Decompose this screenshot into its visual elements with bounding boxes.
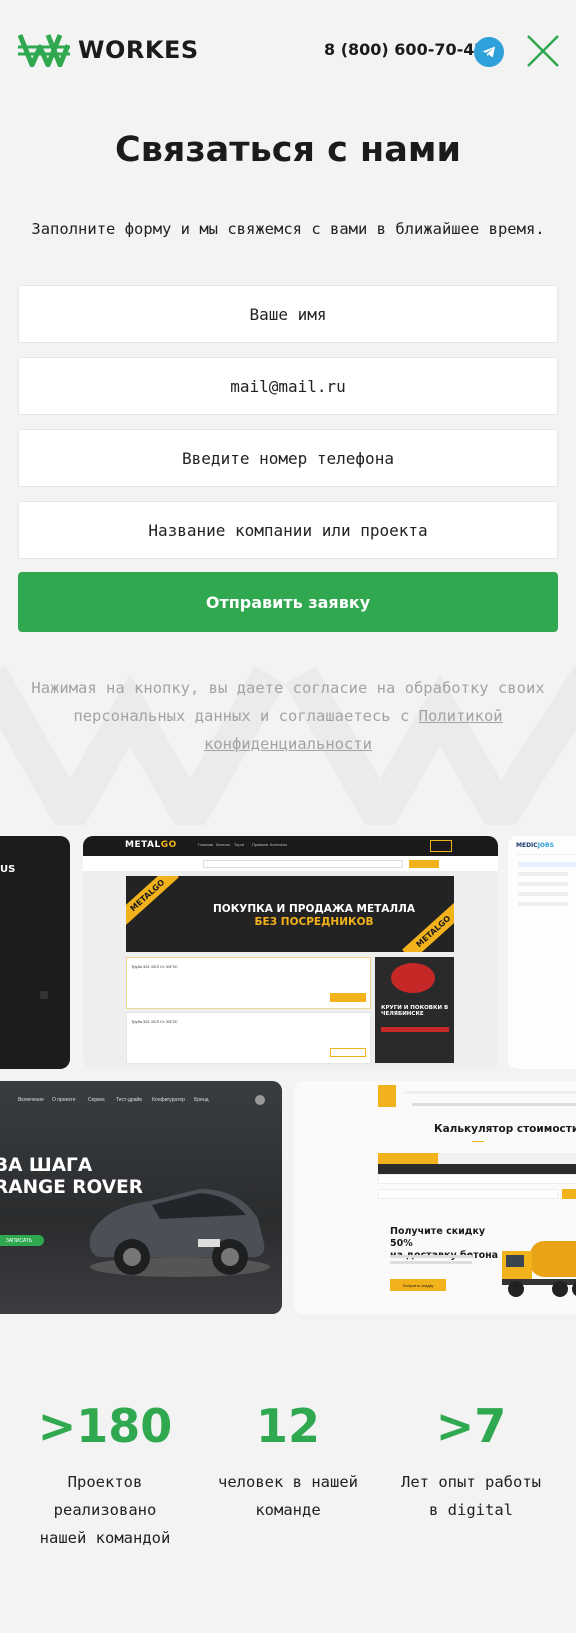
ad-logo	[391, 963, 435, 993]
menu-line	[518, 862, 576, 867]
metal-login-button	[430, 840, 452, 852]
medic-logo: MEDICJOBS	[516, 842, 554, 849]
search-icon	[255, 1095, 265, 1105]
portfolio-card-metalgo[interactable]: METALGO Главная Каталог Торги Правила Ко…	[83, 836, 498, 1069]
metal-searchbar	[83, 856, 498, 872]
metal-lot-card: Труба 324 ЭСЛ Ст 09Г2С	[126, 957, 371, 1009]
calc-total-row	[378, 1189, 558, 1199]
lot-title: Труба 324 ЭСЛ Ст 09Г2С	[131, 1019, 178, 1024]
ad-title: КРУГИ И ПОКОВКИ В ЧЕЛЯБИНСКЕ	[381, 1005, 449, 1017]
name-field[interactable]: Ваше имя	[18, 285, 558, 343]
telegram-icon	[482, 46, 495, 58]
metal-nav-item: Контакты	[270, 842, 288, 847]
stat-label: Лет опыт работы в digital	[401, 1473, 541, 1519]
concrete-logo	[378, 1085, 396, 1107]
menu-line	[518, 882, 568, 886]
metal-topbar: METALGO Главная Каталог Торги Правила Ко…	[83, 836, 498, 856]
promo-text-line	[390, 1261, 472, 1264]
car-nav-item: Включение	[18, 1097, 44, 1103]
portfolio-card-concrete[interactable]: Калькулятор стоимости Получите скидку 50…	[294, 1081, 576, 1314]
metal-side-ad: КРУГИ И ПОКОВКИ В ЧЕЛЯБИНСКЕ	[375, 957, 454, 1063]
form-subtitle: Заполните форму и мы свяжемся с вами в б…	[31, 220, 545, 238]
portfolio-card-medicjobs[interactable]: MEDICJOBS	[508, 836, 576, 1069]
phone-link[interactable]: 8 (800) 600-70-47	[324, 40, 486, 59]
promo-button: Получить скидку	[390, 1279, 446, 1291]
company-field[interactable]: Название компании или проекта	[18, 501, 558, 559]
dark-card-text: US	[0, 864, 16, 875]
lot-title: Труба 324 ЭСЛ Ст 09Г2С	[131, 964, 178, 969]
header: WORKES 8 (800) 600-70-47	[0, 0, 576, 100]
portfolio-card-dark[interactable]: US	[0, 836, 70, 1069]
truck-image	[502, 1241, 576, 1297]
metal-search-button	[409, 860, 439, 868]
arrow-icon	[40, 991, 48, 999]
ad-stripe	[381, 1027, 449, 1032]
page-title: Связаться с нами	[115, 130, 461, 170]
portfolio-card-rangerover[interactable]: Включение О проекте Сервис Тест-драйв Ко…	[0, 1081, 282, 1314]
stat-team: 12 человек в нашей команде	[198, 1398, 378, 1524]
stat-number: >7	[435, 1399, 507, 1453]
stat-label: Проектов реализовано нашей командой	[39, 1473, 171, 1547]
calc-table-header	[378, 1164, 576, 1174]
stat-label: человек в нашей команде	[218, 1473, 358, 1519]
calc-table-row	[378, 1174, 576, 1184]
banner-tag: METALGO	[126, 876, 179, 925]
email-field[interactable]: mail@mail.ru	[18, 357, 558, 415]
car-nav-item: Сервис	[88, 1097, 106, 1103]
calc-title: Калькулятор стоимости	[434, 1123, 576, 1135]
phone-field[interactable]: Введите номер телефона	[18, 429, 558, 487]
car-nav-item: Бренд	[194, 1097, 209, 1103]
car-nav-item: Тест-драйв	[116, 1097, 142, 1103]
metal-nav-item: Каталог	[216, 842, 231, 847]
concrete-nav	[412, 1103, 576, 1106]
lot-button	[330, 1048, 366, 1057]
lot-button	[330, 993, 366, 1002]
metal-banner: METALGO METALGO ПОКУПКА И ПРОДАЖА МЕТАЛЛ…	[126, 876, 454, 952]
metal-nav-item: Правила	[252, 842, 269, 847]
menu-line	[518, 872, 568, 876]
calc-order-button	[562, 1189, 576, 1199]
menu-line	[518, 902, 568, 906]
divider	[516, 854, 576, 855]
consent-text: Нажимая на кнопку, вы даете согласие на …	[31, 679, 545, 753]
car-cta-button: ЗАПИСАТЬ	[0, 1235, 44, 1246]
banner-headline: ПОКУПКА И ПРОДАЖА МЕТАЛЛА БЕЗ ПОСРЕДНИКО…	[213, 903, 415, 928]
car-nav-item: Конфигуратор	[152, 1097, 185, 1103]
metal-search-input	[203, 860, 403, 868]
metal-nav-item: Торги	[234, 842, 245, 847]
car-headline: ВА ШАГА RANGE ROVER	[0, 1155, 143, 1198]
logo-text: WORKES	[78, 36, 199, 64]
promo-text-line	[390, 1255, 472, 1258]
submit-button[interactable]: Отправить заявку	[18, 572, 558, 632]
logo-icon	[18, 34, 70, 67]
stat-number: 12	[255, 1399, 320, 1453]
calc-tab-active	[378, 1153, 438, 1164]
calc-tab	[438, 1153, 576, 1164]
concrete-topbar	[404, 1091, 576, 1094]
title-underline	[472, 1141, 484, 1142]
metal-nav-item: Главная	[198, 842, 214, 847]
telegram-button[interactable]	[474, 37, 504, 67]
car-nav-item: О проекте	[52, 1097, 76, 1103]
stat-number: >180	[37, 1399, 173, 1453]
metal-logo: METALGO	[125, 840, 177, 850]
metal-lot-card: Труба 324 ЭСЛ Ст 09Г2С	[126, 1012, 371, 1064]
logo[interactable]: WORKES	[18, 33, 199, 67]
stat-projects: >180 Проектов реализовано нашей командой	[15, 1398, 195, 1552]
close-icon[interactable]	[526, 34, 560, 68]
menu-line	[518, 892, 568, 896]
stat-experience: >7 Лет опыт работы в digital	[381, 1398, 561, 1524]
